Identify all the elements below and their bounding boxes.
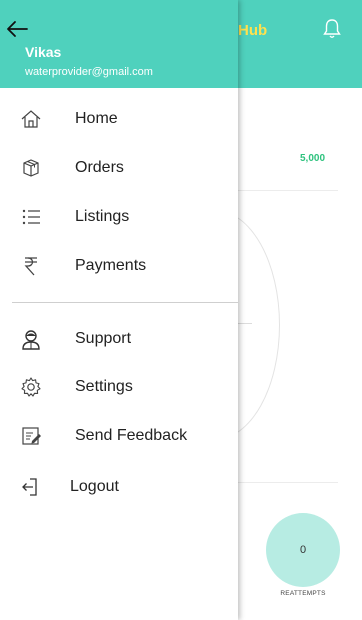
reattempts-label: REATTEMPTS (280, 590, 326, 597)
menu-item-label: Home (75, 110, 118, 127)
divider (238, 482, 338, 483)
divider (238, 190, 338, 191)
bell-icon[interactable] (322, 18, 342, 40)
list-icon (20, 206, 42, 228)
menu-item-settings[interactable]: Settings (0, 364, 238, 410)
box-icon (20, 157, 42, 179)
menu-item-orders[interactable]: Orders (0, 145, 238, 191)
user-email: waterprovider@gmail.com (25, 66, 153, 78)
menu-item-label: Orders (75, 159, 124, 176)
drawer-header: Vikas waterprovider@gmail.com (0, 0, 238, 88)
support-agent-icon (20, 328, 42, 350)
menu-item-label: Payments (75, 257, 147, 274)
menu-item-label: Send Feedback (75, 427, 188, 444)
menu-item-label: Settings (75, 378, 133, 395)
amount-value: 5,000 (300, 153, 326, 164)
menu-item-logout[interactable]: Logout (0, 464, 238, 510)
back-arrow-icon[interactable] (6, 20, 28, 38)
feedback-icon (20, 425, 42, 447)
app-title: Hub (238, 22, 268, 39)
logout-icon (20, 476, 42, 498)
menu-item-label: Listings (75, 208, 130, 225)
menu-item-send-feedback[interactable]: Send Feedback (0, 413, 238, 459)
home-icon (20, 108, 42, 130)
menu-item-label: Logout (70, 478, 119, 495)
gauge-needle (238, 323, 252, 324)
user-name: Vikas (25, 44, 62, 60)
reattempts-circle[interactable]: 0 (266, 513, 340, 587)
menu-item-home[interactable]: Home (0, 96, 238, 142)
menu-item-listings[interactable]: Listings (0, 194, 238, 240)
rupee-icon (20, 255, 42, 277)
menu-item-label: Support (75, 330, 132, 347)
navigation-drawer: Vikas waterprovider@gmail.com Home Order… (0, 0, 238, 620)
gear-icon (20, 376, 42, 398)
menu-divider (12, 302, 238, 303)
reattempts-value: 0 (299, 544, 307, 556)
menu-item-payments[interactable]: Payments (0, 243, 238, 289)
menu-item-support[interactable]: Support (0, 316, 238, 362)
